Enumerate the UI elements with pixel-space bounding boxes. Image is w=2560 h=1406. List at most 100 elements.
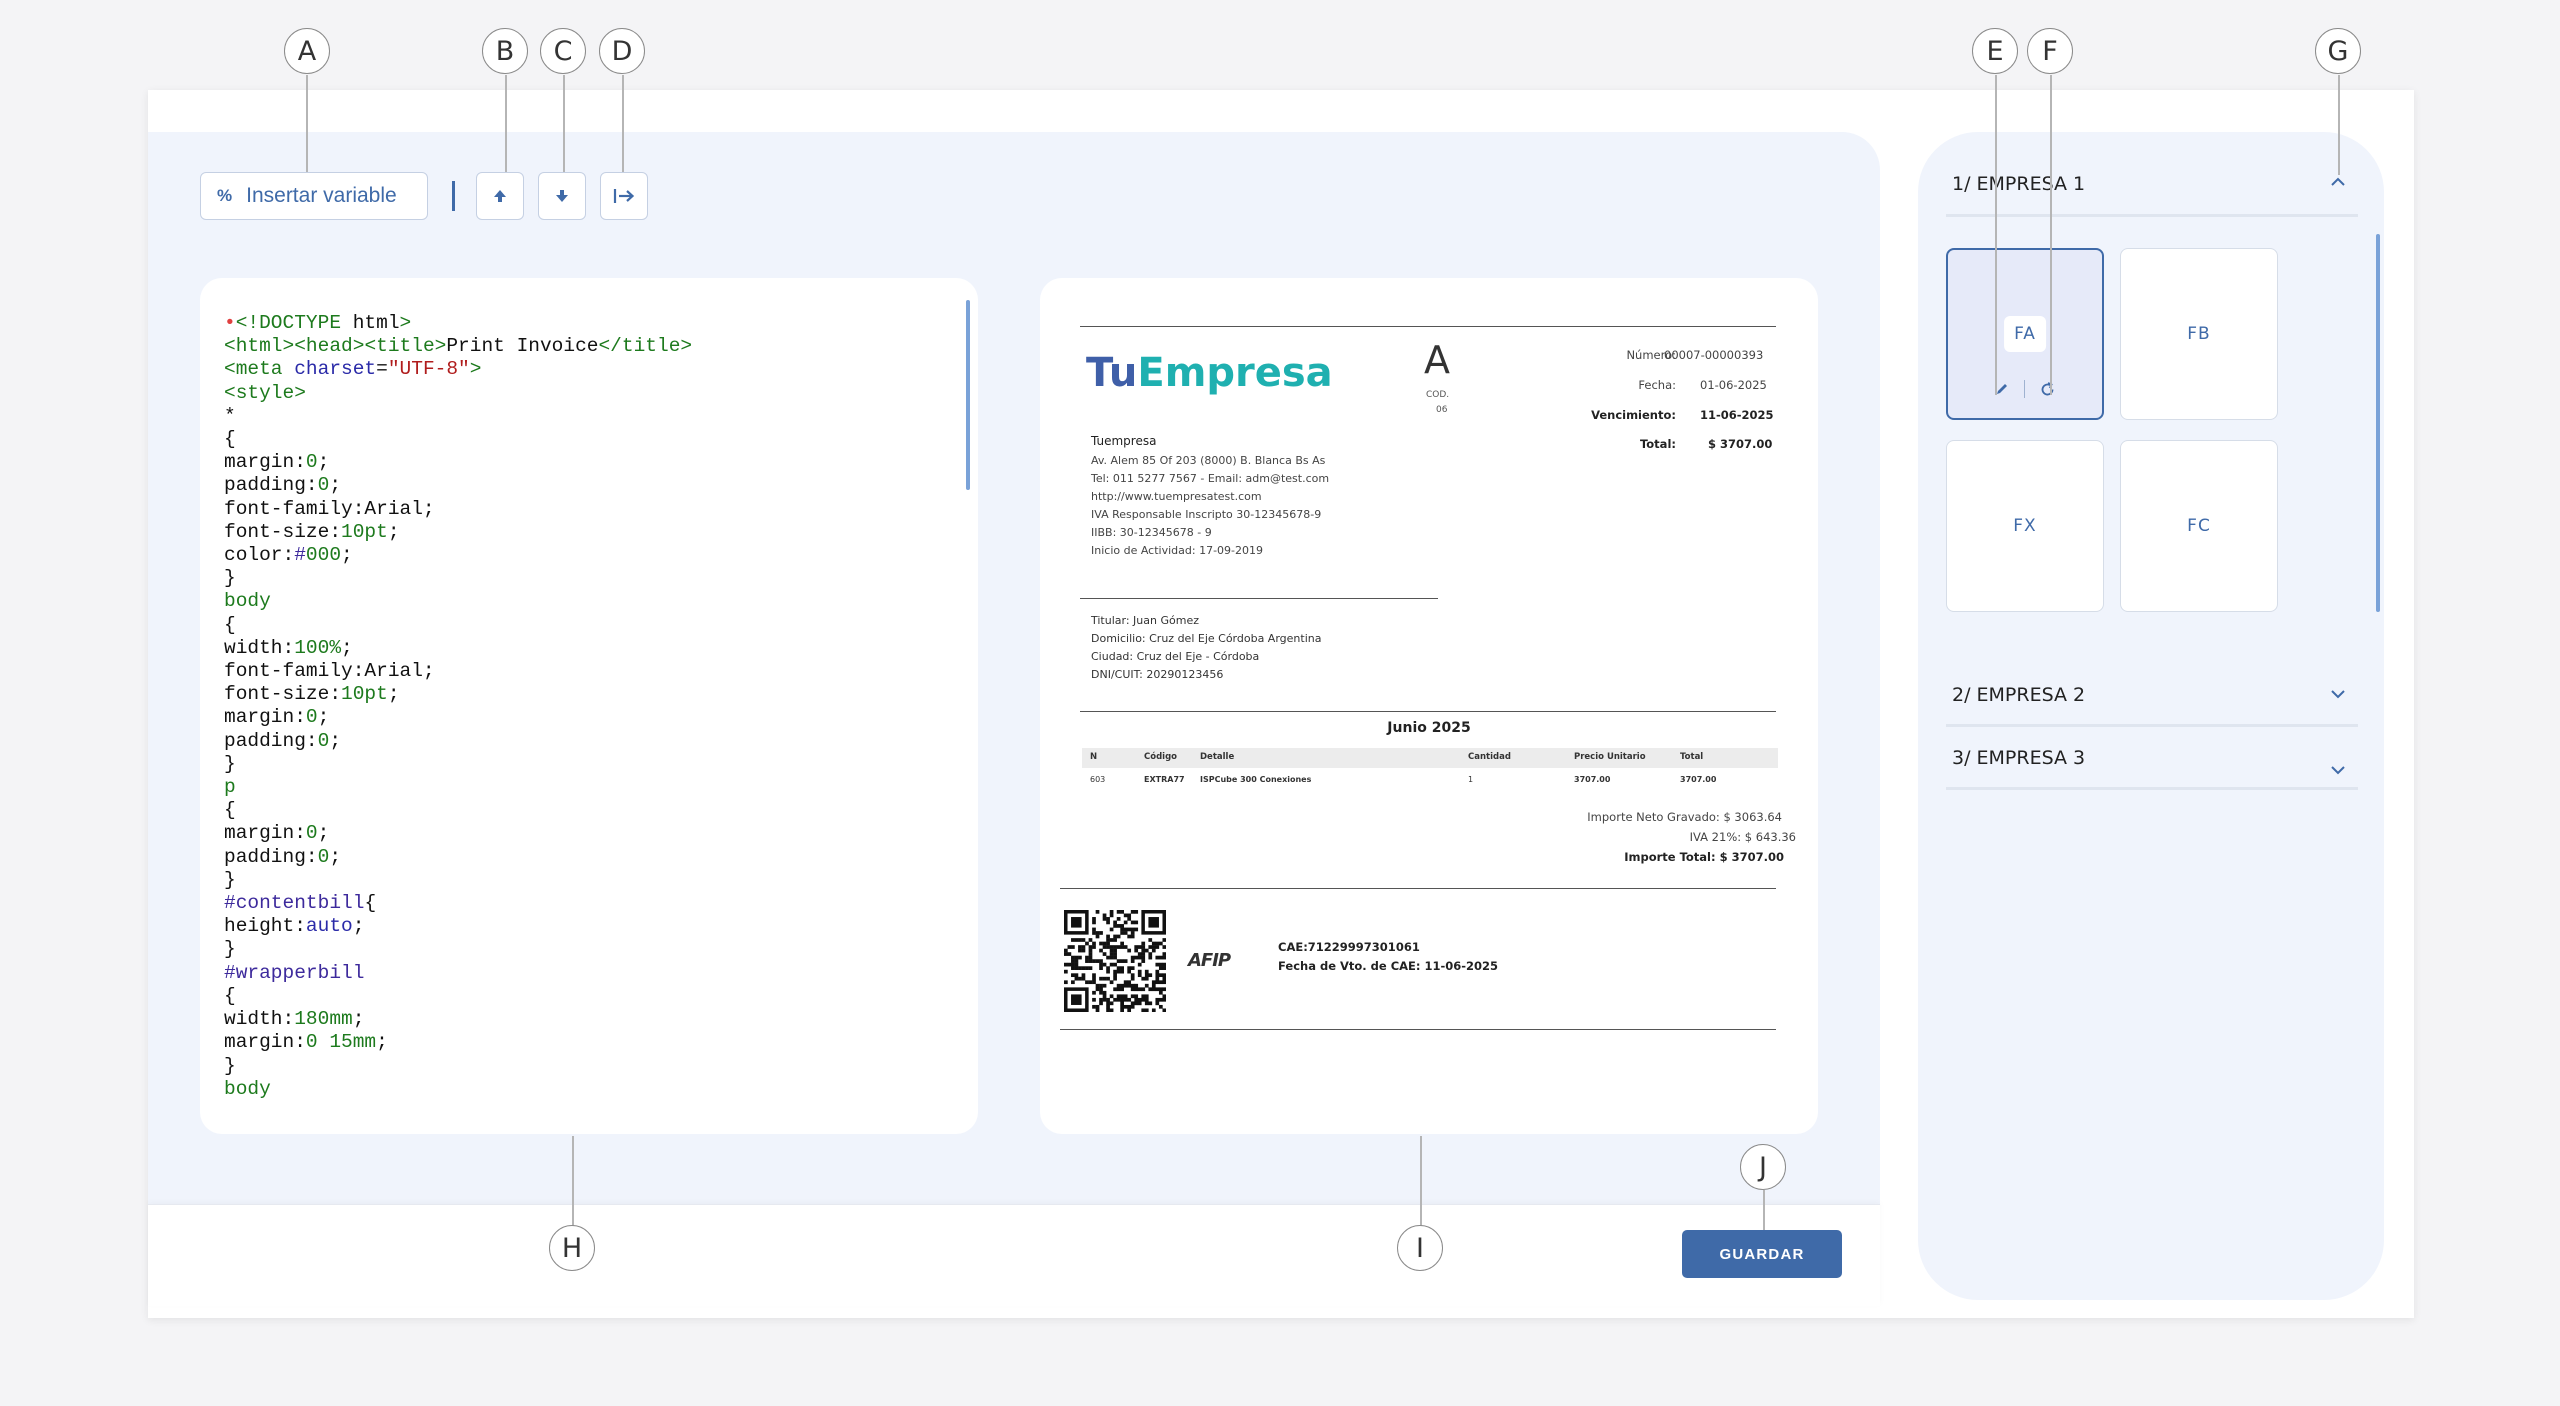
- neto-gravado: Importe Neto Gravado: $ 3063.64: [1587, 810, 1782, 824]
- code-line[interactable]: margin:0;: [224, 451, 692, 474]
- templates-scrollbar[interactable]: [2376, 234, 2380, 612]
- company-detail-line: Inicio de Actividad: 17-09-2019: [1091, 544, 1263, 557]
- table-header-cell: Detalle: [1200, 752, 1235, 762]
- code-line[interactable]: font-size:10pt;: [224, 521, 692, 544]
- code-line[interactable]: }: [224, 938, 692, 961]
- chevron-down-icon[interactable]: [2330, 760, 2346, 781]
- total-value: $ 3707.00: [1708, 437, 1773, 451]
- code-scrollbar[interactable]: [966, 300, 970, 490]
- code-line[interactable]: width:180mm;: [224, 1008, 692, 1031]
- table-header-cell: N: [1090, 752, 1098, 762]
- callout-line-g: [2338, 75, 2340, 175]
- fecha-label: Fecha:: [1638, 378, 1676, 392]
- accordion-company-2[interactable]: 2/ EMPRESA 2: [1952, 684, 2085, 706]
- preview-divider: [1060, 888, 1776, 890]
- table-cell: 3707.00: [1680, 775, 1717, 784]
- client-detail-line: Domicilio: Cruz del Eje Córdoba Argentin…: [1091, 632, 1322, 645]
- vencimiento-value: 11-06-2025: [1700, 408, 1774, 422]
- code-line[interactable]: margin:0 15mm;: [224, 1031, 692, 1054]
- code-line[interactable]: font-family:Arial;: [224, 660, 692, 683]
- move-down-button[interactable]: [538, 172, 586, 220]
- toolbar-divider: [452, 181, 455, 211]
- accordion-company-1[interactable]: 1/ EMPRESA 1: [1952, 173, 2085, 195]
- accordion-company-3[interactable]: 3/ EMPRESA 3: [1952, 747, 2085, 769]
- code-line[interactable]: margin:0;: [224, 822, 692, 845]
- table-cell: 3707.00: [1574, 775, 1611, 784]
- chevron-down-icon[interactable]: [2330, 684, 2346, 705]
- code-line[interactable]: }: [224, 1055, 692, 1078]
- company-logo: TuEmpresa: [1086, 350, 1333, 396]
- code-line[interactable]: margin:0;: [224, 706, 692, 729]
- code-line[interactable]: #wrapperbill: [224, 962, 692, 985]
- cae-number: CAE:71229997301061: [1278, 940, 1420, 954]
- numero-label: Número:: [1626, 348, 1676, 362]
- client-detail-line: Titular: Juan Gómez: [1091, 614, 1199, 627]
- preview-divider: [1080, 326, 1776, 328]
- callout-line-a: [306, 75, 308, 172]
- code-line[interactable]: •<!DOCTYPE html>: [224, 312, 692, 335]
- code-line[interactable]: }: [224, 567, 692, 590]
- preview-divider: [1080, 598, 1438, 600]
- code-line[interactable]: padding:0;: [224, 474, 692, 497]
- total-label: Total:: [1639, 437, 1676, 451]
- callout-a: A: [284, 28, 330, 74]
- code-line[interactable]: <meta charset="UTF-8">: [224, 358, 692, 381]
- code-line[interactable]: color:#000;: [224, 544, 692, 567]
- actions-divider: [2023, 380, 2026, 398]
- code-line[interactable]: }: [224, 869, 692, 892]
- code-line[interactable]: font-family:Arial;: [224, 498, 692, 521]
- table-cell: EXTRA77: [1144, 775, 1185, 784]
- code-line[interactable]: {: [224, 614, 692, 637]
- html-code-editor[interactable]: •<!DOCTYPE html> <html><head><title>Print…: [200, 278, 978, 1134]
- template-label: FB: [2177, 316, 2221, 352]
- code-line[interactable]: #contentbill{: [224, 892, 692, 915]
- refresh-icon[interactable]: [2039, 381, 2056, 398]
- save-button[interactable]: GUARDAR: [1682, 1230, 1842, 1278]
- client-detail-line: DNI/CUIT: 20290123456: [1091, 668, 1224, 681]
- code-line[interactable]: {: [224, 985, 692, 1008]
- chevron-up-icon[interactable]: [2330, 172, 2346, 193]
- code-line[interactable]: *: [224, 405, 692, 428]
- preview-divider: [1080, 711, 1776, 713]
- callout-c: C: [540, 28, 586, 74]
- code-line[interactable]: body: [224, 1078, 692, 1101]
- insert-variable-button[interactable]: % Insertar variable: [200, 172, 428, 220]
- template-card-fc[interactable]: FC: [2120, 440, 2278, 612]
- arrow-right-to-bar-icon: [613, 189, 635, 203]
- code-line[interactable]: body: [224, 590, 692, 613]
- indent-button[interactable]: [600, 172, 648, 220]
- company-detail-line: IVA Responsable Inscripto 30-12345678-9: [1091, 508, 1322, 521]
- code-line[interactable]: {: [224, 799, 692, 822]
- preview-divider: [1060, 1029, 1776, 1031]
- callout-h: H: [549, 1225, 595, 1271]
- template-card-fa[interactable]: FA: [1946, 248, 2104, 420]
- callout-line-j: [1763, 1190, 1765, 1230]
- code-line[interactable]: height:auto;: [224, 915, 692, 938]
- company-detail-line: Av. Alem 85 Of 203 (8000) B. Blanca Bs A…: [1091, 454, 1326, 467]
- code-line[interactable]: <html><head><title>Print Invoice</title>: [224, 335, 692, 358]
- template-label: FC: [2177, 508, 2221, 544]
- company-detail-line: http://www.tuempresatest.com: [1091, 490, 1262, 503]
- accordion-divider: [1946, 724, 2358, 727]
- table-header-cell: Cantidad: [1468, 752, 1511, 762]
- template-card-fb[interactable]: FB: [2120, 248, 2278, 420]
- template-card-fx[interactable]: FX: [1946, 440, 2104, 612]
- code-line[interactable]: width:100%;: [224, 637, 692, 660]
- move-up-button[interactable]: [476, 172, 524, 220]
- code-content[interactable]: •<!DOCTYPE html> <html><head><title>Print…: [224, 312, 692, 1101]
- callout-b: B: [482, 28, 528, 74]
- code-line[interactable]: font-size:10pt;: [224, 683, 692, 706]
- insert-variable-label: Insertar variable: [246, 184, 397, 207]
- code-line[interactable]: <style>: [224, 382, 692, 405]
- accordion-divider: [1946, 787, 2358, 790]
- arrow-up-icon: [494, 190, 506, 202]
- qr-code-icon: [1064, 910, 1166, 1012]
- callout-d: D: [599, 28, 645, 74]
- code-line[interactable]: {: [224, 428, 692, 451]
- code-line[interactable]: p: [224, 776, 692, 799]
- table-header-cell: Código: [1144, 752, 1177, 762]
- code-line[interactable]: padding:0;: [224, 846, 692, 869]
- callout-f: F: [2027, 28, 2073, 74]
- code-line[interactable]: }: [224, 753, 692, 776]
- code-line[interactable]: padding:0;: [224, 730, 692, 753]
